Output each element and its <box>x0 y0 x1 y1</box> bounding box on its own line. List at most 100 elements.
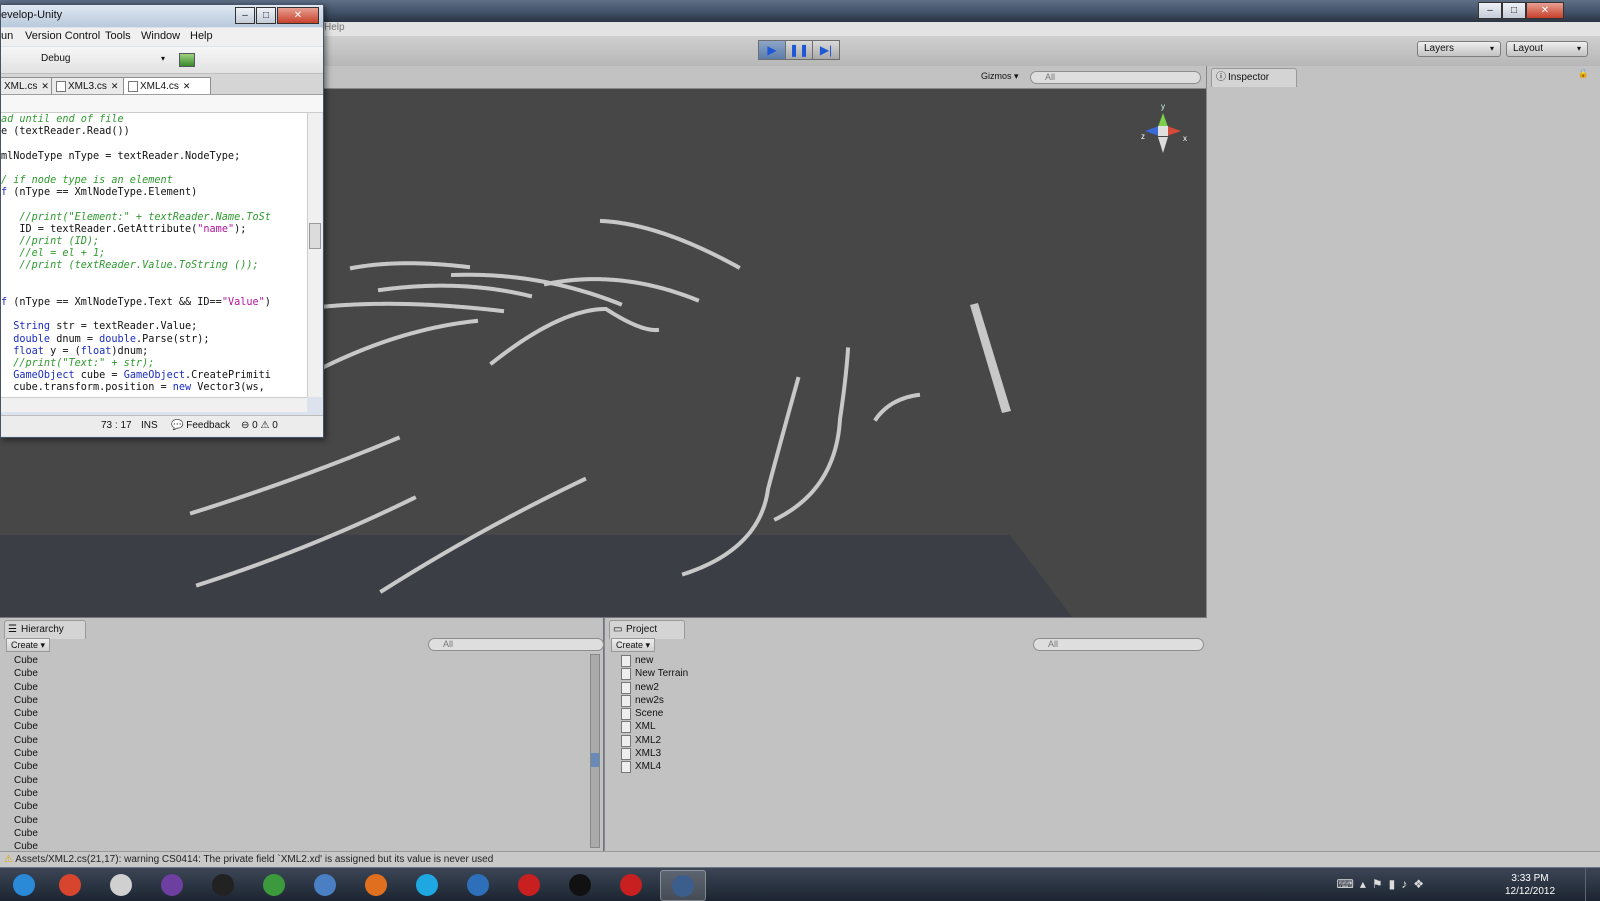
project-item[interactable]: new <box>605 654 1191 667</box>
maximize-button[interactable]: □ <box>256 7 276 24</box>
code-line[interactable]: //print("Text:" + str); <box>1 358 154 370</box>
hierarchy-item[interactable]: Cube <box>0 694 587 707</box>
hierarchy-search-input[interactable]: All <box>428 638 604 651</box>
menu-window[interactable]: Window <box>141 30 180 42</box>
taskbar-app-chrome[interactable] <box>48 870 92 899</box>
hierarchy-item[interactable]: Cube <box>0 681 587 694</box>
taskbar-app-cmd[interactable] <box>558 870 602 899</box>
layers-dropdown[interactable]: Layers ▾ <box>1417 41 1501 57</box>
flag-icon[interactable]: ⚑ <box>1372 877 1389 891</box>
code-line[interactable]: cube.transform.position = new Vector3(ws… <box>1 382 265 394</box>
code-line[interactable]: //print("Element:" + textReader.Name.ToS… <box>1 212 270 224</box>
project-item[interactable]: XML3 <box>605 747 1191 761</box>
build-icon[interactable] <box>179 53 195 67</box>
layout-dropdown[interactable]: Layout ▾ <box>1506 41 1588 57</box>
minimize-button[interactable]: – <box>235 7 255 24</box>
scrollbar-thumb[interactable] <box>309 223 321 249</box>
menu-help[interactable]: Help <box>190 30 213 42</box>
code-editor[interactable]: ad until end of file e (textReader.Read()… <box>1 113 307 397</box>
hierarchy-item[interactable]: Cube <box>0 747 587 760</box>
taskbar-app-p-app[interactable] <box>201 870 245 899</box>
code-line[interactable]: //el = el + 1; <box>1 248 105 260</box>
tab-hierarchy[interactable]: ☰ Hierarchy <box>4 620 86 639</box>
menu-tools[interactable]: Tools <box>105 30 131 42</box>
code-line[interactable]: ad until end of file <box>1 114 124 126</box>
hierarchy-item[interactable]: Cube <box>0 734 587 747</box>
hierarchy-item[interactable]: Cube <box>0 814 587 827</box>
scene-search-input[interactable]: All <box>1030 71 1201 84</box>
minimize-button[interactable]: – <box>1478 2 1502 19</box>
project-create-button[interactable]: Create ▾ <box>611 638 656 652</box>
taskbar-app-windows-start[interactable] <box>2 870 46 899</box>
hierarchy-item[interactable]: Cube <box>0 760 587 773</box>
scrollbar-thumb[interactable] <box>591 753 599 767</box>
configuration-dropdown[interactable]: Debug ▾ <box>41 52 165 66</box>
taskbar-app-s-app[interactable] <box>609 870 653 899</box>
lock-icon[interactable]: 🔒 <box>1578 68 1589 79</box>
taskbar-app-c-app[interactable] <box>507 870 551 899</box>
error-count[interactable]: ⊖ 0 ⚠ 0 <box>241 416 278 436</box>
gizmos-dropdown[interactable]: Gizmos ▾ <box>981 71 1019 82</box>
hierarchy-item[interactable]: Cube <box>0 827 587 840</box>
pause-button[interactable]: ❚❚ <box>785 40 813 60</box>
project-item[interactable]: Scene <box>605 707 1191 721</box>
step-button[interactable]: ▶| <box>812 40 840 60</box>
project-item[interactable]: new2s <box>605 694 1191 707</box>
code-line[interactable]: / if node type is an element <box>1 175 173 187</box>
monodevelop-titlebar[interactable]: evelop-Unity – □ ✕ <box>1 5 323 27</box>
menu-help[interactable]: Help <box>324 22 345 33</box>
hierarchy-item[interactable]: Cube <box>0 800 587 813</box>
project-item[interactable]: new2 <box>605 681 1191 694</box>
tab-project[interactable]: ▭ Project <box>609 620 685 639</box>
taskbar-app-unity[interactable] <box>99 870 143 899</box>
menu-run[interactable]: un <box>1 30 13 42</box>
project-item[interactable]: XML <box>605 720 1191 734</box>
hierarchy-item[interactable]: Cube <box>0 707 587 720</box>
hierarchy-item[interactable]: Cube <box>0 774 587 787</box>
editor-horizontal-scrollbar[interactable] <box>1 397 307 412</box>
hierarchy-scrollbar[interactable] <box>590 654 600 848</box>
project-item[interactable]: New Terrain <box>605 667 1191 681</box>
project-item[interactable]: XML2 <box>605 734 1191 747</box>
close-icon[interactable]: ✕ <box>41 81 49 91</box>
maximize-button[interactable]: □ <box>1502 2 1526 19</box>
code-line[interactable]: //print (ID); <box>1 236 99 248</box>
menu-version-control[interactable]: Version Control <box>25 30 100 42</box>
code-line[interactable]: f (nType == XmlNodeType.Text && ID=="Val… <box>1 297 271 309</box>
status-bar[interactable]: ⚠ Assets/XML2.cs(21,17): warning CS0414:… <box>0 851 1600 868</box>
hierarchy-item[interactable]: Cube <box>0 787 587 800</box>
code-line[interactable]: e (textReader.Read()) <box>1 126 130 138</box>
close-button[interactable]: ✕ <box>1526 2 1564 19</box>
close-icon[interactable]: ✕ <box>111 81 119 91</box>
network-icon[interactable]: ▮ <box>1389 877 1402 891</box>
close-icon[interactable]: ✕ <box>183 81 191 91</box>
taskbar-app-firefox[interactable] <box>354 870 398 899</box>
volume-icon[interactable]: ♪ <box>1401 877 1413 891</box>
code-line[interactable]: float y = (float)dnum; <box>1 346 148 358</box>
code-line[interactable]: double dnum = double.Parse(str); <box>1 334 209 346</box>
code-line[interactable]: f (nType == XmlNodeType.Element) <box>1 187 197 199</box>
project-item[interactable]: XML4 <box>605 760 1191 774</box>
keyboard-icon[interactable]: ⌨ <box>1337 877 1360 891</box>
taskbar-app-monodevelop[interactable] <box>660 870 706 901</box>
feedback-button[interactable]: 💬 Feedback <box>171 416 230 436</box>
hierarchy-item[interactable]: Cube <box>0 720 587 733</box>
hierarchy-item[interactable]: Cube <box>0 667 587 680</box>
editor-vertical-scrollbar[interactable] <box>307 113 322 397</box>
code-line[interactable]: mlNodeType nType = textReader.NodeType; <box>1 151 240 163</box>
tab-xml4-cs[interactable]: XML4.cs ✕ <box>123 77 211 94</box>
code-line[interactable]: ID = textReader.GetAttribute("name"); <box>1 224 246 236</box>
taskbar-app-python[interactable] <box>303 870 347 899</box>
system-tray[interactable]: ⌨▴⚑▮♪❖ <box>1337 877 1431 891</box>
code-line[interactable]: //print (textReader.Value.ToString ()); <box>1 260 258 272</box>
taskbar-app-evernote[interactable] <box>252 870 296 899</box>
path-bar[interactable] <box>1 95 323 113</box>
dropbox-icon[interactable]: ❖ <box>1413 877 1430 891</box>
project-search-input[interactable]: All <box>1033 638 1204 651</box>
taskbar-app-eclipse[interactable] <box>150 870 194 899</box>
clock[interactable]: 3:33 PM 12/12/2012 <box>1500 872 1560 898</box>
code-line[interactable]: String str = textReader.Value; <box>1 321 197 333</box>
tray-arrow-icon[interactable]: ▴ <box>1360 877 1372 891</box>
play-button[interactable]: ▶ <box>758 40 786 60</box>
taskbar-app-skype[interactable] <box>405 870 449 899</box>
